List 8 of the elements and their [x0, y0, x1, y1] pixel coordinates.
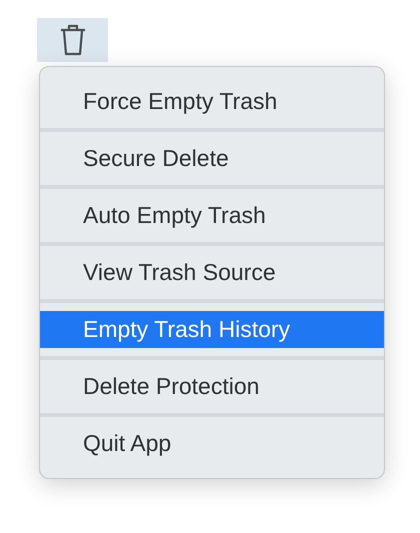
menu-item[interactable]: Empty Trash History — [40, 311, 384, 348]
menu-item[interactable]: Force Empty Trash — [40, 83, 384, 120]
menu-item[interactable]: Auto Empty Trash — [40, 197, 384, 234]
menu-item[interactable]: Delete Protection — [40, 368, 384, 405]
menu-item[interactable]: Secure Delete — [40, 140, 384, 177]
menu-item[interactable]: Quit App — [40, 425, 384, 462]
menu-item[interactable]: View Trash Source — [40, 254, 384, 291]
trash-button[interactable] — [37, 18, 108, 62]
